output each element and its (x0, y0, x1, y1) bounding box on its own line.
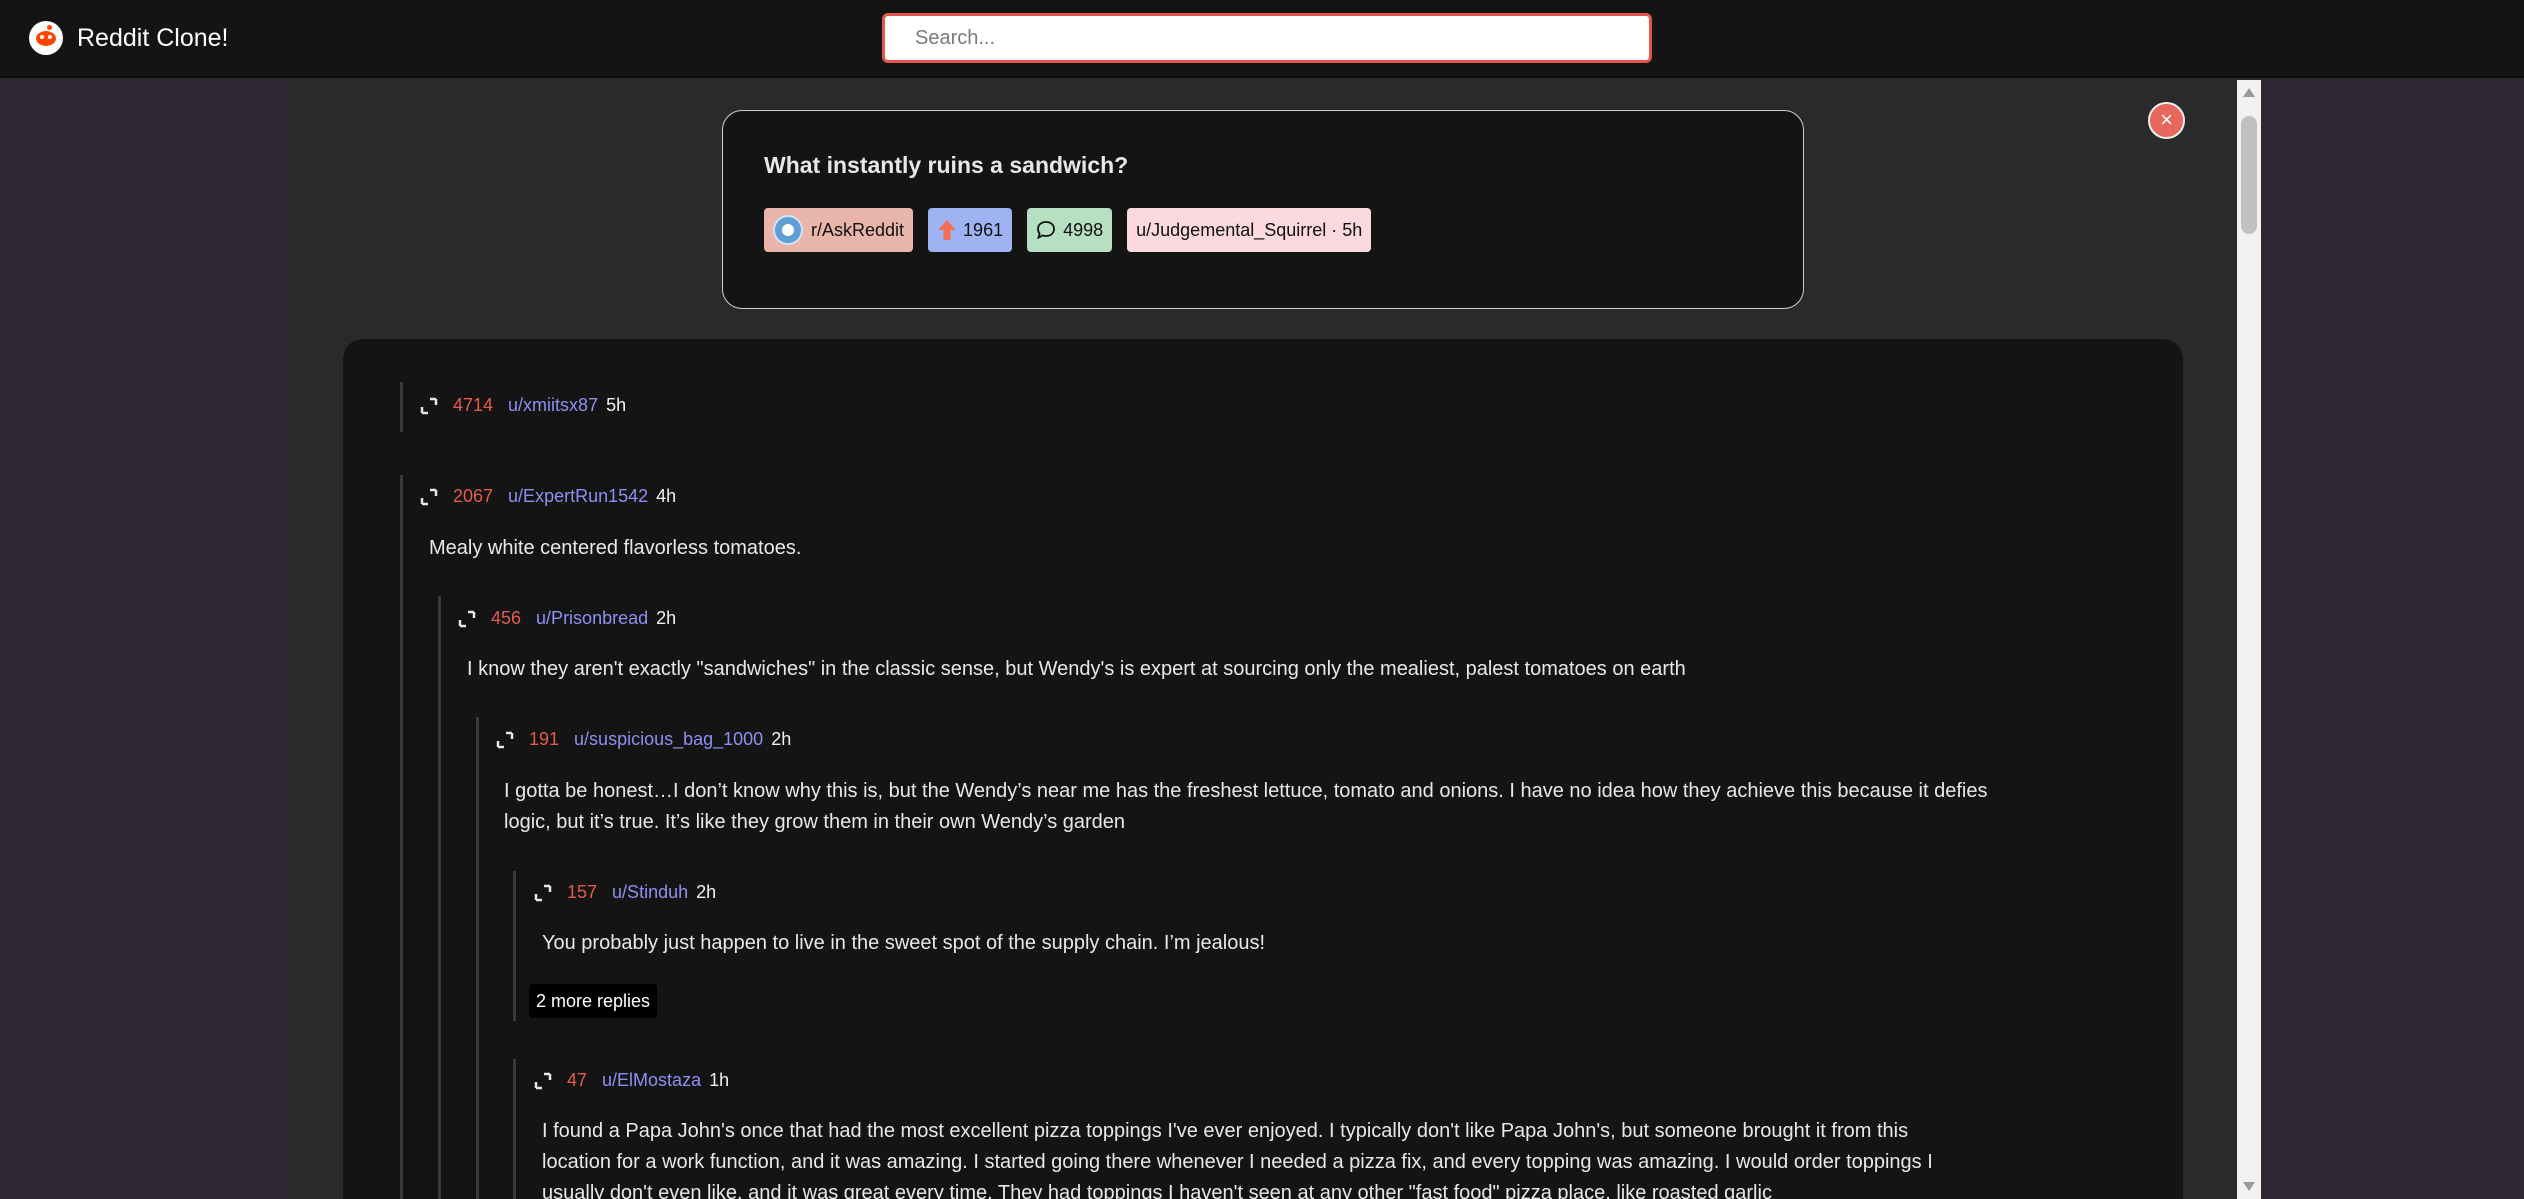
vote-count: 1961 (963, 219, 1004, 240)
comment-author[interactable]: u/Stinduh (612, 882, 688, 903)
search-input[interactable] (882, 13, 1652, 63)
comment-age: 2h (656, 608, 677, 628)
expand-icon[interactable] (495, 730, 515, 750)
comment-header: 157 u/Stinduh 2h (533, 882, 716, 903)
comment-body: You probably just happen to live in the … (542, 932, 1266, 954)
expand-icon[interactable] (533, 1071, 553, 1091)
subreddit-badge[interactable]: r/AskReddit (764, 208, 914, 252)
comment-author[interactable]: u/suspicious_bag_1000 (574, 729, 763, 750)
comment-author[interactable]: u/ExpertRun1542 (508, 486, 648, 507)
app-title[interactable]: Reddit Clone! (77, 24, 228, 53)
comment-score: 4714 (453, 395, 494, 415)
comment-score: 2067 (453, 486, 494, 506)
comment-thread-line (513, 1059, 516, 1199)
comment-header: 191 u/suspicious_bag_1000 2h (495, 729, 791, 750)
expand-icon[interactable] (419, 487, 439, 507)
comment-score: 157 (567, 882, 598, 902)
expand-icon[interactable] (419, 396, 439, 416)
comment-count: 4998 (1063, 219, 1104, 240)
author-and-age: u/Judgemental_Squirrel · 5h (1136, 219, 1363, 240)
comment-header: 2067 u/ExpertRun1542 4h (419, 486, 676, 507)
comment-bubble-icon (1037, 221, 1055, 240)
expand-icon[interactable] (457, 609, 477, 629)
comment-header: 47 u/ElMostaza 1h (533, 1070, 729, 1091)
comment-author[interactable]: u/Prisonbread (536, 608, 648, 629)
comment-thread-line (400, 382, 403, 432)
subreddit-avatar-icon (773, 215, 803, 245)
comment-age: 2h (696, 882, 717, 902)
comment-age: 2h (771, 729, 792, 749)
comment-age: 1h (709, 1070, 730, 1090)
comment-thread-line (438, 596, 441, 1199)
post-card: What instantly ruins a sandwich? r/AskRe… (722, 110, 1804, 309)
comment-thread-line (400, 475, 403, 1199)
comment-score: 47 (567, 1070, 588, 1090)
comment-author[interactable]: u/xmiitsx87 (508, 395, 598, 416)
comment-author[interactable]: u/ElMostaza (602, 1070, 701, 1091)
comment-thread-line (513, 871, 516, 1021)
scroll-up-arrow-icon[interactable] (2243, 88, 2255, 97)
comment-age: 5h (606, 395, 627, 415)
comment-body: I know they aren't exactly "sandwiches" … (467, 658, 1686, 680)
comment-age: 4h (656, 486, 677, 506)
post-title: What instantly ruins a sandwich? (764, 152, 1129, 178)
author-badge[interactable]: u/Judgemental_Squirrel · 5h (1127, 208, 1372, 252)
votes-badge[interactable]: 1961 (928, 208, 1013, 252)
comment-score: 456 (491, 608, 522, 628)
comment-header: 456 u/Prisonbread 2h (457, 608, 676, 629)
upvote-arrow-icon (938, 220, 957, 240)
scroll-down-arrow-icon[interactable] (2243, 1182, 2255, 1191)
comment-score: 191 (529, 729, 560, 749)
expand-icon[interactable] (533, 883, 553, 903)
scrollbar-thumb[interactable] (2241, 116, 2257, 234)
subreddit-name: r/AskReddit (811, 219, 905, 240)
comment-header: 4714 u/xmiitsx87 5h (419, 395, 626, 416)
comment-thread-line (476, 717, 479, 1199)
comments-badge[interactable]: 4998 (1027, 208, 1113, 252)
top-bar: Reddit Clone! (0, 0, 2524, 78)
scrollbar[interactable] (2237, 80, 2261, 1199)
close-button[interactable]: × (2148, 102, 2185, 139)
comments-section: 4714 u/xmiitsx87 5h 2067 u/ExpertRun1542… (343, 339, 2183, 1199)
more-replies-button[interactable]: 2 more replies (529, 984, 658, 1018)
comment-body: Mealy white centered flavorless tomatoes… (429, 537, 802, 559)
comment-body: I gotta be honest…I don’t know why this … (504, 780, 1988, 833)
comment-body: I found a Papa John's once that had the … (542, 1120, 1933, 1199)
reddit-logo-icon[interactable] (29, 21, 63, 55)
post-badges: r/AskReddit 1961 4998 u/Judgemental_Squi… (764, 208, 1372, 252)
